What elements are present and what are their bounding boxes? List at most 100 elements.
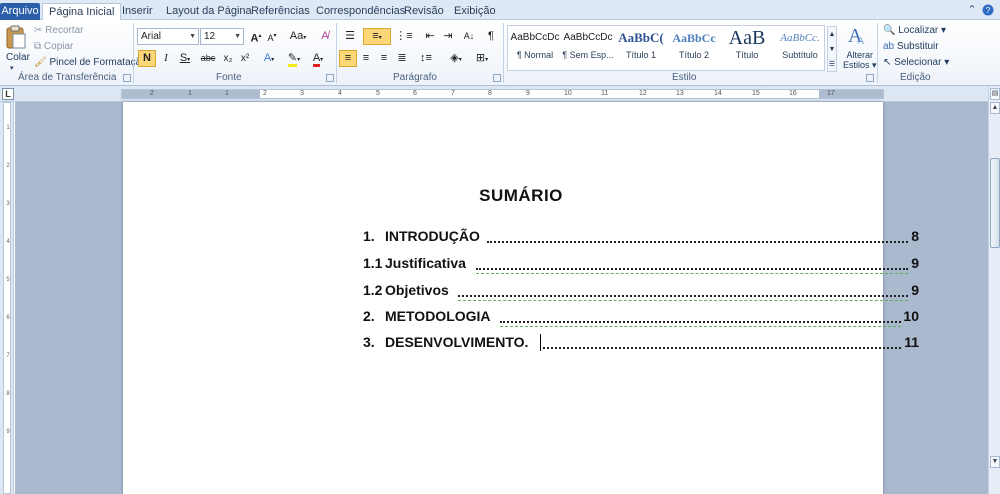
styles-scroll-buttons[interactable]: ▲ ▼ ☰	[827, 26, 837, 72]
binoculars-icon: 🔍	[883, 25, 896, 36]
multilevel-list-icon: ⋮≡	[395, 30, 413, 42]
style-heading-2[interactable]: AaBbCc Título 2	[668, 26, 720, 70]
line-spacing-button[interactable]: ↕≡	[415, 50, 437, 67]
ribbon: Colar ▾ ✂ Recortar ⧉ Copiar 🖌 Pincel de …	[0, 20, 1000, 86]
ruler-tick-label: 8	[488, 90, 492, 97]
scroll-down-icon[interactable]: ▼	[990, 456, 1000, 468]
tab-page-layout[interactable]: Layout da Página	[160, 3, 258, 20]
justify-button[interactable]: ≣	[393, 50, 411, 67]
copy-button[interactable]: ⧉ Copiar	[34, 41, 73, 52]
find-button[interactable]: 🔍 Localizar ▾	[883, 25, 946, 36]
align-center-button[interactable]: ≡	[357, 50, 375, 67]
show-marks-button[interactable]: ¶	[482, 28, 500, 45]
replace-icon: ab	[883, 41, 895, 52]
increase-indent-button[interactable]: ⇥	[439, 28, 457, 45]
change-styles-button[interactable]: A A	[845, 24, 869, 49]
tab-references[interactable]: Referências	[245, 3, 316, 20]
clear-formatting-button[interactable]: A̸	[316, 28, 334, 45]
vertical-scrollbar[interactable]: ▤ ▲ ▼	[988, 86, 1000, 494]
select-arrow-icon: ↖	[883, 57, 892, 68]
style-normal[interactable]: AaBbCcDc ¶ Normal	[509, 26, 561, 70]
underline-button[interactable]: S▾	[174, 50, 196, 67]
paste-dropdown-icon[interactable]: ▾	[10, 64, 14, 72]
styles-launcher-icon[interactable]	[866, 74, 874, 82]
format-painter-button[interactable]: 🖌 Pincel de Formatação	[34, 57, 147, 68]
sort-button[interactable]: A↓	[460, 28, 478, 45]
font-color-button[interactable]: A▾	[307, 50, 329, 67]
align-center-icon: ≡	[362, 52, 370, 64]
replace-button[interactable]: ab Substituir	[883, 41, 939, 52]
line-spacing-icon: ↕≡	[420, 52, 432, 64]
document-title[interactable]: SUMÁRIO	[123, 186, 919, 206]
style-name: Título 2	[678, 50, 709, 60]
clipboard-launcher-icon[interactable]	[123, 74, 131, 82]
font-launcher-icon[interactable]	[326, 74, 334, 82]
italic-button[interactable]: I	[157, 50, 175, 67]
borders-button[interactable]: ⊞▾	[471, 50, 493, 67]
change-styles-label[interactable]: Alterar Estilos ▾	[843, 50, 877, 70]
change-case-button[interactable]: Aa▾	[286, 28, 310, 45]
shading-button[interactable]: ◈▾	[444, 50, 468, 67]
scroll-up-icon[interactable]: ▲	[990, 102, 1000, 114]
font-size-combo[interactable]: 12 ▼	[200, 28, 244, 45]
help-icon[interactable]: ?	[982, 4, 994, 16]
ruler-tick-label: 2	[150, 90, 154, 97]
horizontal-ruler[interactable]: 2 1 1 2 3 4 5 6 7 8 9 10 11 12 13 14 15 16 17	[121, 89, 884, 99]
superscript-button[interactable]: x²	[236, 50, 254, 67]
cut-button[interactable]: ✂ Recortar	[34, 25, 84, 36]
replace-label: Substituir	[896, 41, 939, 53]
paste-button[interactable]	[5, 24, 27, 53]
align-right-button[interactable]: ≡	[375, 50, 393, 67]
tab-file[interactable]: Arquivo	[0, 3, 40, 20]
paragraph-launcher-icon[interactable]	[493, 74, 501, 82]
toc-leader	[500, 319, 901, 323]
bullets-button[interactable]: ☰	[340, 28, 360, 45]
toc-entry[interactable]: 1.1 Justificativa 9	[363, 255, 919, 275]
shrink-font-button[interactable]: A▾	[263, 28, 281, 45]
style-sample: AaBbCcDc	[510, 32, 560, 43]
toc-leader	[543, 345, 901, 349]
select-button[interactable]: ↖ Selecionar ▾	[883, 57, 949, 68]
minimize-ribbon-icon[interactable]: ⌃	[966, 4, 978, 16]
paste-label[interactable]: Colar	[6, 52, 30, 63]
tab-home[interactable]: Página Inicial	[42, 3, 122, 21]
document-page[interactable]: SUMÁRIO 1. INTRODUÇÃO 8 1.1 Justificativ…	[123, 102, 919, 494]
tab-view[interactable]: Exibição	[448, 3, 502, 20]
multilevel-list-button[interactable]: ⋮≡	[393, 28, 415, 45]
highlight-button[interactable]: ✎▾	[283, 50, 305, 67]
bold-label: N	[143, 52, 151, 64]
toc-entry[interactable]: 3. DESENVOLVIMENTO. 11	[363, 334, 919, 354]
toc-entry[interactable]: 1.2 Objetivos 9	[363, 282, 919, 302]
ruler-toggle-icon[interactable]: ▤	[990, 88, 1000, 100]
text-effects-button[interactable]: A▾	[258, 50, 280, 67]
toc-entry[interactable]: 1. INTRODUÇÃO 8	[363, 228, 919, 248]
subscript-button[interactable]: x₂	[219, 50, 237, 67]
vertical-ruler[interactable]: 1 2 3 4 5 6 7 8 9	[3, 102, 11, 494]
strikethrough-button[interactable]: abc	[198, 50, 218, 67]
font-size-value: 12	[204, 31, 216, 42]
numbering-button[interactable]: ≡▾	[363, 28, 391, 45]
style-heading-1[interactable]: AaBbC( Título 1	[615, 26, 667, 70]
decrease-indent-button[interactable]: ⇤	[421, 28, 439, 45]
tab-selector-icon[interactable]: L	[2, 88, 14, 100]
style-no-spacing[interactable]: AaBbCcDc ¶ Sem Esp...	[562, 26, 614, 70]
svg-text:?: ?	[986, 6, 991, 15]
style-subtitle[interactable]: AaBbCc. Subtítulo	[774, 26, 826, 70]
change-styles-line2: Estilos	[843, 60, 870, 70]
tab-mailings[interactable]: Correspondências	[310, 3, 411, 20]
italic-label: I	[164, 52, 168, 64]
font-name-combo[interactable]: Arial ▼	[137, 28, 199, 45]
scrollbar-thumb[interactable]	[990, 158, 1000, 248]
ribbon-tab-bar: Arquivo Página Inicial Inserir Layout da…	[0, 0, 1000, 21]
ruler-tick-label: 3	[6, 201, 10, 207]
strikethrough-label: abc	[200, 53, 216, 63]
toc-entry[interactable]: 2. METODOLOGIA 10	[363, 308, 919, 328]
align-left-button[interactable]: ≡	[339, 50, 357, 67]
tab-review[interactable]: Revisão	[398, 3, 450, 20]
bold-button[interactable]: N	[138, 50, 156, 67]
style-title[interactable]: AaB Título	[721, 26, 773, 70]
document-canvas: SUMÁRIO 1. INTRODUÇÃO 8 1.1 Justificativ…	[15, 102, 988, 494]
ruler-tick-label: 7	[6, 353, 10, 359]
ruler-tick-label: 1	[6, 125, 10, 131]
tab-insert[interactable]: Inserir	[116, 3, 159, 20]
